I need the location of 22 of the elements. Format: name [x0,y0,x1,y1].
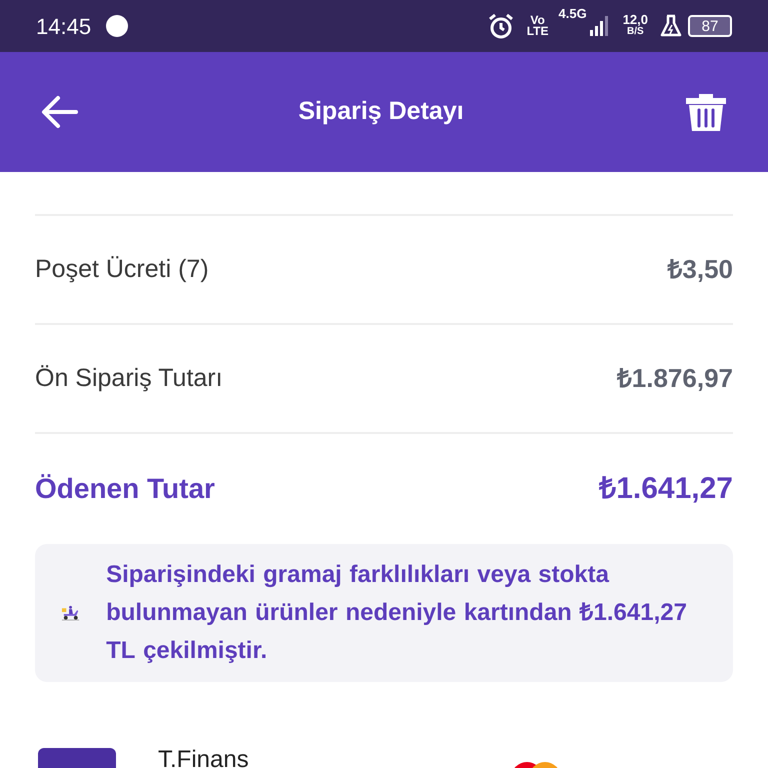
row-value: ₺1.641,27 [599,471,733,507]
speed-unit: B/S [627,26,644,38]
network-label: 4.5G [558,5,587,23]
row-value: ₺1.876,97 [616,362,733,395]
flask-icon [660,14,682,38]
row-label: Ön Sipariş Tutarı [35,362,223,394]
back-arrow-icon[interactable] [40,95,78,129]
battery-level: 87 [702,18,718,34]
page-title: Sipariş Detayı [297,96,465,128]
notice-text: Siparişindeki gramaj farklılıkları veya stokta bulunmayan ürünler nedeniyle kartından ₺1.641,27 TL çekilmiştir. [106,560,688,666]
row-label: Ödenen Tutar [35,472,215,506]
volte-label: Vo [530,15,545,26]
alarm-icon [486,12,515,40]
signal-icon [588,15,611,37]
card-name: T.Finans [158,745,249,768]
row-value: ₺3,50 [667,253,733,286]
speed-value: 12,0 [622,14,648,26]
lte-label: LTE [526,26,548,37]
trash-icon[interactable] [684,91,728,133]
status-time: 14:45 [36,12,92,40]
notification-dot-icon [105,14,130,38]
row-label: Poşet Ücreti (7) [35,254,209,285]
